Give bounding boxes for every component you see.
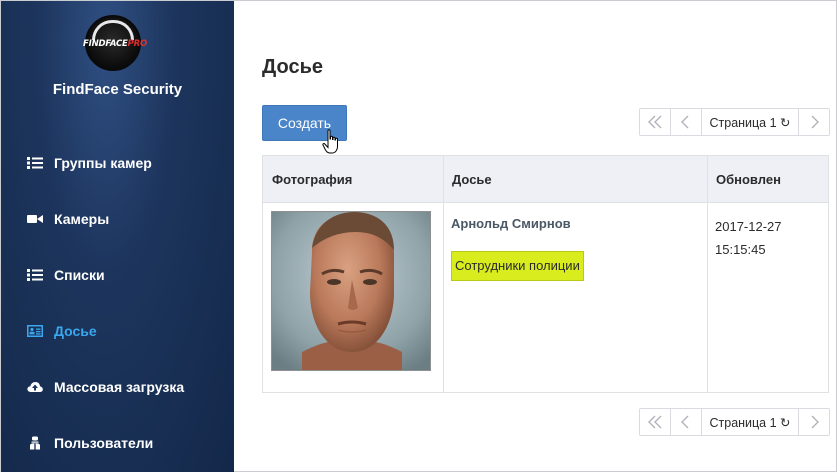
page-title: Досье (262, 56, 323, 78)
sidebar: FINDFACEPRO FindFace Security Группы кам… (1, 1, 234, 472)
findface-logo: FINDFACEPRO (83, 15, 147, 71)
column-header-photo[interactable]: Фотография (263, 156, 352, 203)
prev-page-button[interactable] (670, 408, 702, 436)
id-card-icon (27, 324, 43, 338)
first-page-button[interactable] (639, 408, 671, 436)
sidebar-item-label: Списки (54, 267, 105, 283)
column-header-dossier[interactable]: Досье (443, 156, 492, 203)
double-chevron-left-icon (648, 115, 662, 129)
cloud-upload-icon (27, 380, 43, 394)
updated-timestamp: 2017-12-27 15:15:45 (715, 215, 782, 261)
list-icon (27, 156, 43, 170)
sidebar-item-lists[interactable]: Списки (1, 257, 234, 293)
sidebar-item-cameras[interactable]: Камеры (1, 201, 234, 237)
pagination-top: Страница 1 ↻ (639, 108, 830, 136)
sidebar-item-dossier[interactable]: Досье (1, 313, 234, 349)
double-chevron-left-icon (648, 415, 662, 429)
updated-time: 15:15:45 (715, 242, 766, 257)
sidebar-item-users[interactable]: Пользователи (1, 425, 234, 461)
page-indicator[interactable]: Страница 1 ↻ (701, 108, 799, 136)
video-camera-icon (27, 212, 43, 226)
list-tag-badge: Сотрудники полиции (451, 251, 584, 281)
sidebar-item-label: Камеры (54, 211, 110, 227)
pagination-bottom: Страница 1 ↻ (639, 408, 830, 436)
page-indicator[interactable]: Страница 1 ↻ (701, 408, 799, 436)
column-header-updated[interactable]: Обновлен (707, 156, 781, 203)
users-icon (27, 436, 43, 450)
brand-title: FindFace Security (52, 81, 183, 98)
sidebar-item-batch-upload[interactable]: Массовая загрузка (1, 369, 234, 405)
hand-pointer-icon (322, 129, 338, 154)
updated-date: 2017-12-27 (715, 219, 782, 234)
next-page-button[interactable] (798, 408, 830, 436)
chevron-right-icon (811, 415, 819, 429)
sidebar-item-label: Группы камер (54, 155, 152, 171)
sidebar-item-label: Массовая загрузка (54, 379, 185, 395)
main-content: Досье Создать Страница 1 ↻ Фотография До… (234, 1, 836, 472)
chevron-right-icon (811, 115, 819, 129)
first-page-button[interactable] (639, 108, 671, 136)
next-page-button[interactable] (798, 108, 830, 136)
sidebar-item-label: Досье (54, 323, 97, 339)
chevron-left-icon (681, 115, 689, 129)
sidebar-item-camera-groups[interactable]: Группы камер (1, 145, 234, 181)
table-header: Фотография Досье Обновлен (263, 156, 828, 203)
dossier-table: Фотография Досье Обновлен Арнольд Смирно… (262, 155, 829, 393)
chevron-left-icon (681, 415, 689, 429)
list-icon (27, 268, 43, 282)
prev-page-button[interactable] (670, 108, 702, 136)
sidebar-item-label: Пользователи (54, 435, 154, 451)
dossier-name[interactable]: Арнольд Смирнов (451, 216, 571, 231)
dossier-photo[interactable] (271, 211, 431, 371)
